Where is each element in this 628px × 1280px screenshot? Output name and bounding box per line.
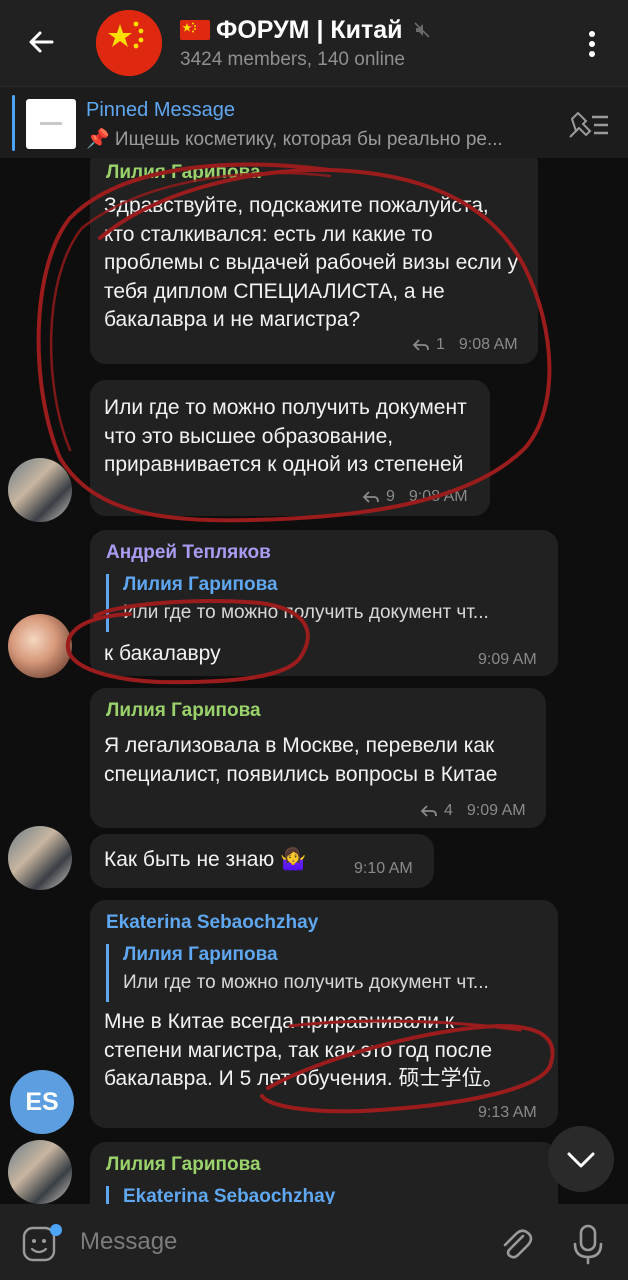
message-bubble[interactable]: Или где то можно получить документ что э… [90, 380, 490, 516]
message-time: 9:10 AM [354, 860, 413, 877]
reply-icon [420, 805, 437, 817]
reply-count[interactable]: 9 [386, 488, 395, 506]
quote-text: Или где то можно получить документ чт... [123, 972, 489, 993]
message-text: Здравствуйте, подскажите пожалуйста, кто… [104, 194, 519, 331]
message-time: 9:09 AM [466, 802, 526, 819]
quote-author: Лилия Гарипова [123, 574, 278, 595]
pinned-indicator [12, 95, 15, 151]
pinned-thumbnail [26, 99, 76, 149]
message-text: к бакалавру [104, 642, 221, 665]
message-time: 9:13 AM [478, 1104, 537, 1121]
pinned-text: 📌 Ищешь косметику, которая бы реально ре… [86, 129, 503, 150]
message-bubble[interactable]: Лилия Гарипова Я легализовала в Москве, … [90, 688, 546, 828]
chat-title-text: ФОРУМ | Китай [216, 15, 403, 44]
message-meta: 4 9:09 AM [420, 802, 526, 820]
message-text: Я легализовала в Москве, перевели как сп… [104, 734, 498, 786]
group-avatar-china-flag[interactable] [96, 10, 162, 76]
message-bubble[interactable]: Лилия Гарипова Здравствуйте, подскажите … [90, 158, 538, 364]
pinned-list-icon[interactable] [566, 107, 612, 141]
message-bubble[interactable]: Как быть не знаю 🤷‍♀️ 9:10 AM [90, 834, 434, 888]
quote-author: Ekaterina Sebaochzhay [123, 1186, 336, 1204]
message-time: 9:09 AM [478, 651, 537, 668]
microphone-icon[interactable] [568, 1222, 608, 1266]
user-avatar-liliya[interactable] [8, 826, 72, 890]
user-avatar-es[interactable]: ES [10, 1070, 74, 1134]
quote-author: Лилия Гарипова [123, 944, 278, 965]
china-flag-icon [180, 20, 210, 40]
message-bubble[interactable]: Андрей Тепляков Лилия Гарипова Или где т… [90, 530, 558, 676]
message-meta: 9:09 AM [478, 651, 537, 669]
message-text: Или где то можно получить документ что э… [104, 396, 467, 476]
scroll-to-bottom-button[interactable] [548, 1126, 614, 1192]
message-meta: 9 9:08 AM [362, 488, 468, 506]
reply-icon [412, 339, 429, 351]
message-list[interactable]: Лилия Гарипова Здравствуйте, подскажите … [0, 158, 628, 1204]
reply-count[interactable]: 4 [444, 802, 453, 820]
sender-name[interactable]: Лилия Гарипова [106, 1154, 261, 1176]
message-meta: 1 9:08 AM [412, 336, 518, 354]
message-text: Мне в Китае всегда приравнивали к степен… [104, 1010, 504, 1090]
muted-icon [413, 22, 430, 38]
reply-quote[interactable]: Ekaterina Sebaochzhay [106, 1186, 546, 1204]
user-avatar-liliya[interactable] [8, 1140, 72, 1204]
sender-name[interactable]: Лилия Гарипова [106, 700, 261, 722]
emoji-sticker-icon[interactable] [20, 1222, 64, 1266]
message-composer [0, 1204, 628, 1280]
pinned-label: Pinned Message [86, 99, 235, 121]
pinned-message-bar[interactable]: Pinned Message 📌 Ищешь косметику, котора… [0, 86, 628, 158]
reply-quote[interactable]: Лилия Гарипова Или где то можно получить… [106, 574, 546, 632]
quote-text: Или где то можно получить документ чт... [123, 602, 489, 623]
more-vertical-icon[interactable] [574, 24, 610, 64]
back-arrow-icon[interactable] [22, 22, 62, 62]
sender-name[interactable]: Лилия Гарипова [106, 162, 261, 184]
chat-title[interactable]: ФОРУМ | Китай [180, 14, 431, 46]
chevron-down-icon [567, 1152, 595, 1168]
avatar-initials: ES [25, 1087, 59, 1116]
reply-count[interactable]: 1 [436, 336, 445, 354]
message-time: 9:08 AM [458, 336, 518, 353]
sender-name[interactable]: Андрей Тепляков [106, 542, 271, 564]
user-avatar-andrey[interactable] [8, 614, 72, 678]
message-meta: 9:13 AM [478, 1104, 537, 1122]
chat-header: ФОРУМ | Китай 3424 members, 140 online [0, 0, 628, 86]
message-bubble[interactable]: Лилия Гарипова Ekaterina Sebaochzhay [90, 1142, 558, 1204]
message-input[interactable] [80, 1222, 480, 1262]
message-meta: 9:10 AM [354, 860, 413, 878]
reply-quote[interactable]: Лилия Гарипова Или где то можно получить… [106, 944, 546, 1002]
sender-name[interactable]: Ekaterina Sebaochzhay [106, 912, 318, 934]
user-avatar-liliya[interactable] [8, 458, 72, 522]
message-text: Как быть не знаю 🤷‍♀️ [104, 848, 307, 871]
message-time: 9:08 AM [408, 488, 468, 505]
reply-icon [362, 491, 379, 503]
member-count: 3424 members, 140 online [180, 49, 405, 70]
paperclip-icon[interactable] [496, 1224, 536, 1264]
message-bubble[interactable]: Ekaterina Sebaochzhay Лилия Гарипова Или… [90, 900, 558, 1128]
